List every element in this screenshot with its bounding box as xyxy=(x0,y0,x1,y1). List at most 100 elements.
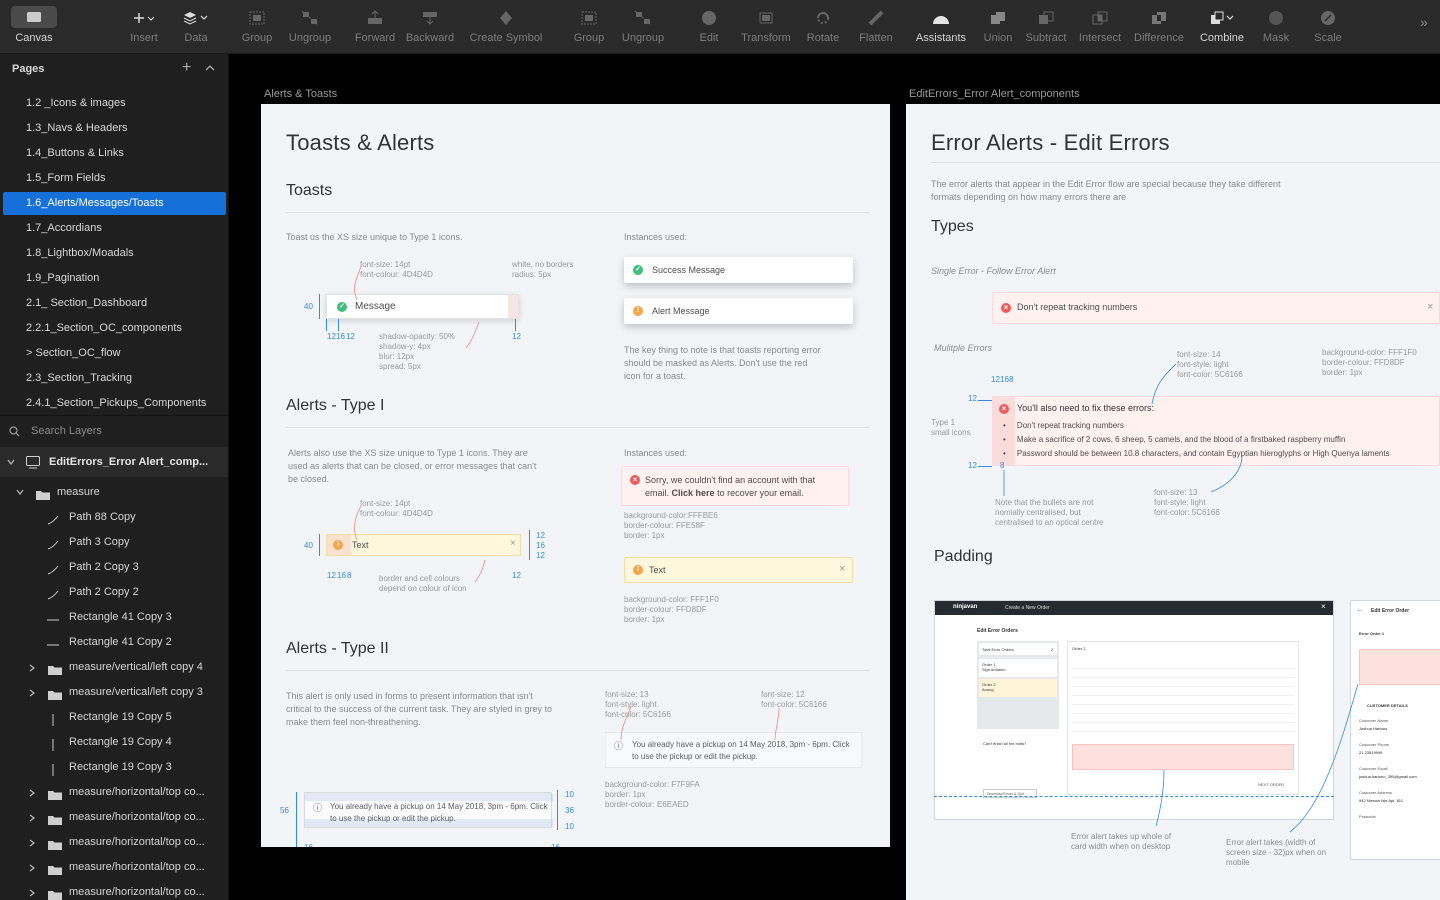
artboard-layer[interactable]: EditErrors_Error Alert_comp... xyxy=(0,447,228,477)
page-item[interactable]: 1.2 _Icons & images xyxy=(3,92,226,115)
ungroup-icon xyxy=(634,6,652,30)
layer-name: Rectangle 19 Copy 3 xyxy=(69,761,172,773)
artboard-label-left[interactable]: Alerts & Toasts xyxy=(264,88,337,100)
artboard-icon xyxy=(26,456,40,469)
search-icon xyxy=(9,426,20,437)
toolbar-create-symbol-button[interactable]: Create Symbol xyxy=(469,0,543,54)
combine-icon xyxy=(1209,6,1235,30)
toolbar-label: Forward xyxy=(354,32,396,44)
chevron-right-icon[interactable] xyxy=(28,789,36,797)
toolbar-label: Ungroup xyxy=(621,32,665,44)
layer-name: measure/vertical/left copy 4 xyxy=(69,661,203,673)
layer-row[interactable]: measure/vertical/left copy 3 xyxy=(0,680,228,705)
toolbar-label: Scale xyxy=(1314,32,1342,44)
artboard-label-right[interactable]: EditErrors_Error Alert_components xyxy=(909,88,1080,100)
toolbar-data-button[interactable]: Data xyxy=(161,0,231,54)
layer-name: Path 2 Copy 3 xyxy=(69,561,139,573)
layer-name: measure/horizontal/top co... xyxy=(69,886,205,898)
toolbar-ungroup-button[interactable]: Ungroup xyxy=(608,0,678,54)
add-page-icon[interactable]: + xyxy=(182,60,191,76)
layer-row[interactable]: measure/horizontal/top co... xyxy=(0,880,228,900)
page-item[interactable]: 2.3_Section_Tracking xyxy=(3,367,226,390)
layer-row[interactable]: measure/horizontal/top co... xyxy=(0,830,228,855)
page-item[interactable]: 2.4.1_Section_Pickups_Components xyxy=(3,392,226,415)
layer-name: Rectangle 19 Copy 4 xyxy=(69,736,172,748)
flatten-icon xyxy=(868,6,884,30)
chevron-down-icon[interactable] xyxy=(7,459,15,465)
toolbar-label: Combine xyxy=(1199,32,1245,44)
edit-icon xyxy=(701,6,717,30)
page-item[interactable]: 1.4_Buttons & Links xyxy=(3,142,226,165)
layer-row[interactable]: Rectangle 19 Copy 3 xyxy=(0,755,228,780)
toolbar-canvas-button[interactable]: Canvas xyxy=(0,0,69,54)
page-item[interactable]: 1.9_Pagination xyxy=(3,267,226,290)
layer-row[interactable]: measure/vertical/left copy 4 xyxy=(0,655,228,680)
page-item[interactable]: 1.5_Form Fields xyxy=(3,167,226,190)
layer-row[interactable]: Path 88 Copy xyxy=(0,505,228,530)
layer-row[interactable]: Rectangle 41 Copy 2 xyxy=(0,630,228,655)
collapse-pages-icon[interactable] xyxy=(205,64,215,71)
toolbar-label: Difference xyxy=(1134,32,1184,44)
toolbar-scale-button[interactable]: Scale xyxy=(1293,0,1363,54)
toolbar-label: Insert xyxy=(130,32,158,44)
chevron-right-icon[interactable] xyxy=(28,664,36,672)
page-item[interactable]: 2.2.1_Section_OC_components xyxy=(3,317,226,340)
search-layers-input[interactable]: Search Layers xyxy=(31,425,102,437)
chevron-right-icon[interactable] xyxy=(28,889,36,897)
layer-row[interactable]: Path 2 Copy 2 xyxy=(0,580,228,605)
chevron-right-icon[interactable] xyxy=(28,814,36,822)
page-item[interactable]: > Section_OC_flow xyxy=(3,342,226,365)
layer-name: measure/horizontal/top co... xyxy=(69,861,205,873)
layer-row[interactable]: measure/horizontal/top co... xyxy=(0,855,228,880)
sketch-app: Canvas Insert Data Group Ungroup Forward Backw… xyxy=(0,0,1440,900)
difference-icon xyxy=(1150,6,1168,30)
layer-name: Path 2 Copy 2 xyxy=(69,586,139,598)
toolbar-overflow-icon[interactable]: » xyxy=(1420,14,1428,30)
union-icon xyxy=(989,6,1007,30)
page-item[interactable]: 2.1_ Section_Dashboard xyxy=(3,292,226,315)
layer-row[interactable]: measure/horizontal/top co... xyxy=(0,780,228,805)
chevron-right-icon[interactable] xyxy=(28,839,36,847)
layer-row[interactable]: Path 2 Copy 3 xyxy=(0,555,228,580)
toolbar-backward-button[interactable]: Backward xyxy=(395,0,465,54)
chevron-right-icon[interactable] xyxy=(28,689,36,697)
page-item[interactable]: 1.6_Alerts/Messages/Toasts xyxy=(3,192,226,215)
layer-row[interactable]: measure xyxy=(0,480,228,505)
canvas[interactable]: Alerts & Toasts EditErrors_Error Alert_c… xyxy=(229,54,1440,900)
backward-icon xyxy=(421,6,439,30)
chevron-right-icon[interactable] xyxy=(28,864,36,872)
page-item[interactable]: 1.7_Accordians xyxy=(3,217,226,240)
ungroup-icon xyxy=(301,6,319,30)
layer-row[interactable]: measure/horizontal/top co... xyxy=(0,805,228,830)
layer-row[interactable]: Rectangle 19 Copy 5 xyxy=(0,705,228,730)
annotation-arrows xyxy=(1003,363,1359,833)
layer-name: Path 88 Copy xyxy=(69,511,136,523)
artboard-edit-errors[interactable]: Error Alerts - Edit Errors The error ale… xyxy=(906,104,1440,900)
group-icon xyxy=(248,6,266,30)
chevron-down-icon[interactable] xyxy=(16,489,24,497)
layer-name: Path 3 Copy xyxy=(69,536,130,548)
layer-row[interactable]: Rectangle 41 Copy 3 xyxy=(0,605,228,630)
subtract-icon xyxy=(1037,6,1055,30)
toolbar-label: Rotate xyxy=(806,32,840,44)
toolbar-label: Create Symbol xyxy=(469,32,543,44)
toolbar-label: Subtract xyxy=(1025,32,1067,44)
toolbar-label: Group xyxy=(241,32,273,44)
toolbar-ungroup-button[interactable]: Ungroup xyxy=(275,0,345,54)
page-item[interactable]: 1.8_Lightbox/Moadals xyxy=(3,242,226,265)
toolbar: Canvas Insert Data Group Ungroup Forward Backw… xyxy=(0,0,1440,54)
layer-name: measure/vertical/left copy 3 xyxy=(69,686,203,698)
layers-sidebar: Pages + 1.2 _Icons & images 1.3_Navs & He… xyxy=(0,54,229,900)
artboard-alerts-toasts[interactable]: Toasts & Alerts Toasts Toast us the XS s… xyxy=(261,104,890,847)
search-layers[interactable]: Search Layers xyxy=(0,416,228,446)
toolbar-flatten-button[interactable]: Flatten xyxy=(841,0,911,54)
layer-row[interactable]: Rectangle 19 Copy 4 xyxy=(0,730,228,755)
toolbar-difference-button[interactable]: Difference xyxy=(1124,0,1194,54)
layer-name: measure/horizontal/top co... xyxy=(69,811,205,823)
layer-row[interactable]: Path 3 Copy xyxy=(0,530,228,555)
data-icon xyxy=(183,6,209,30)
toolbar-label: Transform xyxy=(741,32,791,44)
page-item[interactable]: 1.3_Navs & Headers xyxy=(3,117,226,140)
layer-name: measure xyxy=(57,486,100,498)
toolbar-label: Intersect xyxy=(1078,32,1122,44)
